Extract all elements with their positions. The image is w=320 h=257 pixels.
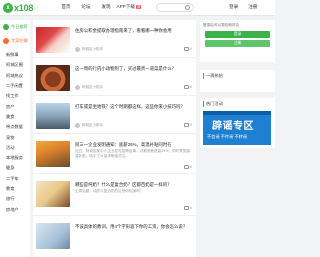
login-panel: 登录后可以发帖和评论 登录 注册	[200, 20, 275, 62]
login-button[interactable]: 登录	[205, 31, 270, 38]
nav-app-download[interactable]: APP下载新	[116, 4, 142, 10]
comment-count[interactable]: 0	[184, 165, 192, 169]
post-author[interactable]: 阿城区小助手	[82, 47, 103, 52]
nav-discover[interactable]: 发现	[96, 4, 116, 10]
nav-home[interactable]: 首页	[56, 4, 76, 10]
logo-badge: x	[3, 3, 13, 13]
sidebar-tab-label: 今日推荐	[11, 24, 28, 29]
post-thumbnail[interactable]	[36, 141, 70, 167]
sidebar-item[interactable]: 教育	[0, 184, 30, 194]
sidebar-item[interactable]: 房地产	[0, 204, 30, 214]
sidebar-list: 新鲜事 阿城区圈 阿城热议 二手闲置 找工作 房产 美食 带点数据 宠物 活动 …	[0, 50, 30, 215]
avatar	[75, 47, 80, 52]
sidebar-item[interactable]: 宠物	[0, 132, 30, 142]
login-link[interactable]: 登录	[229, 4, 238, 10]
comment-number: 0	[190, 123, 192, 127]
post-author[interactable]: 阿城区小助手	[82, 85, 103, 90]
post-title[interactable]: 这一周的行内小动物到了，买过最贵一道菜是什么？	[75, 66, 193, 72]
post-meta: 阿城区小助手	[75, 85, 103, 90]
hot-activity-panel: 热门活动 辟谣专区 不信谣 不传谣 不转谣	[200, 98, 275, 148]
sidebar-tab-chat[interactable]: 大家在聊	[0, 34, 30, 48]
right-sidebar: 登录后可以发帖和评论 登录 注册 一周热帖 热门活动 辟谣专区 不信谣 不传谣 …	[200, 20, 275, 148]
register-button[interactable]: 注册	[205, 40, 270, 47]
comment-count[interactable]: 0	[184, 123, 192, 127]
sidebar-item[interactable]: 带点数据	[0, 122, 30, 132]
new-badge: 新	[135, 5, 142, 9]
sidebar: 今日推荐 大家在聊 新鲜事 阿城区圈 阿城热议 二手闲置 找工作 房产 美食 带…	[0, 20, 30, 257]
sidebar-item[interactable]: 阿城热议	[0, 71, 30, 81]
post-meta: 阿城区小助手	[75, 123, 103, 128]
sidebar-item[interactable]: 找工作	[0, 91, 30, 101]
post-title[interactable]: 阿三一企业发明通知：底薪25%，高温补贴同时在	[75, 142, 193, 148]
sidebar-item[interactable]: 美食	[0, 112, 30, 122]
comment-icon	[184, 85, 190, 89]
sidebar-item[interactable]: 活动	[0, 143, 30, 153]
post-feed: 住房公积金提取办理指南来了，看看哪一种你会用 阿城区小助手 0 这一周的行内小动…	[33, 20, 196, 257]
list-item[interactable]: 哪些是纯奶？什么是复合奶？区都百奶是一样的？ 上周话题：纯奶与复合奶的区别你知道…	[33, 174, 196, 216]
post-thumbnail[interactable]	[36, 181, 70, 207]
post-thumbnail[interactable]	[36, 65, 70, 91]
list-item[interactable]: 这一周的行内小动物到了，买过最贵一道菜是什么？ 阿城区小助手 0	[33, 58, 196, 96]
sidebar-item[interactable]: 健身	[0, 163, 30, 173]
comment-number: 0	[190, 47, 192, 51]
banner-stripe	[203, 111, 271, 115]
sidebar-item[interactable]: 二手闲置	[0, 81, 30, 91]
post-thumbnail[interactable]	[36, 103, 70, 129]
sidebar-item[interactable]: 房产	[0, 101, 30, 111]
banner-subtitle: 不信谣 不传谣 不转谣	[207, 134, 248, 139]
sidebar-item[interactable]: 新鲜事	[0, 50, 30, 60]
sidebar-tab-today[interactable]: 今日推荐	[0, 20, 30, 34]
rumor-banner[interactable]: 辟谣专区 不信谣 不传谣 不转谣	[203, 111, 271, 145]
search-icon[interactable]	[185, 5, 190, 10]
sidebar-item[interactable]: 旅行	[0, 194, 30, 204]
post-title[interactable]: 哪些是纯奶？什么是复合奶？区都百奶是一样的？	[75, 182, 193, 188]
post-thumbnail[interactable]	[36, 223, 70, 249]
logo-text: x108	[14, 3, 34, 13]
nav-forum[interactable]: 论坛	[76, 4, 96, 10]
auth-links: 登录 注册	[229, 4, 257, 10]
hot-activity-title: 热门活动	[203, 101, 272, 107]
weekly-hot-title: 一周热帖	[203, 73, 272, 79]
comment-count[interactable]: 0	[184, 85, 192, 89]
post-title[interactable]: 打车或是坐地铁？这个时期都这样，这些你来小技巧吗？	[75, 104, 193, 110]
nav-app-label: APP下载	[116, 4, 135, 9]
search-input[interactable]	[156, 3, 194, 12]
login-tip: 登录后可以发帖和评论	[203, 23, 239, 27]
sidebar-item[interactable]: 阿城区圈	[0, 60, 30, 70]
weekly-hot-panel: 一周热帖	[200, 70, 275, 92]
list-item[interactable]: 打车或是坐地铁？这个时期都这样，这些你来小技巧吗？ 阿城区小助手 0	[33, 96, 196, 134]
comment-icon	[184, 165, 190, 169]
register-link[interactable]: 注册	[248, 4, 257, 10]
list-item[interactable]: 阿三一企业发明通知：底薪25%，高温补贴同时在 近日，阿城区某中小企业发布招聘启…	[33, 134, 196, 174]
recommend-icon	[3, 24, 9, 30]
comment-count[interactable]: 0	[184, 206, 192, 210]
avatar	[75, 85, 80, 90]
post-excerpt: 上周话题：纯奶与复合奶的区别你知道吗？	[75, 189, 144, 193]
post-title[interactable]: 住房公积金提取办理指南来了，看看哪一种你会用	[75, 28, 193, 34]
comment-icon	[184, 206, 190, 210]
comment-icon	[184, 47, 190, 51]
avatar	[75, 123, 80, 128]
sidebar-tab-label: 大家在聊	[11, 38, 28, 43]
list-item[interactable]: 不该具体的教训，用4个字形容下你的工资，你会怎么说？	[33, 216, 196, 257]
comment-number: 0	[190, 206, 192, 210]
post-thumbnail[interactable]	[36, 27, 70, 53]
post-author[interactable]: 阿城区小助手	[82, 123, 103, 128]
list-item[interactable]: 住房公积金提取办理指南来了，看看哪一种你会用 阿城区小助手 0	[33, 20, 196, 58]
comment-number: 0	[190, 165, 192, 169]
post-title[interactable]: 不该具体的教训，用4个字形容下你的工资，你会怎么说？	[75, 224, 193, 230]
banner-title: 辟谣专区	[212, 121, 254, 132]
sidebar-item[interactable]: 二手车	[0, 174, 30, 184]
comment-number: 0	[190, 85, 192, 89]
post-meta: 阿城区小助手	[75, 47, 103, 52]
chat-icon	[3, 38, 9, 44]
top-bar: x x108 首页 论坛 发现 APP下载新 登录 注册	[0, 0, 275, 16]
comment-count[interactable]: 0	[184, 47, 192, 51]
site-logo[interactable]: x x108	[3, 2, 41, 14]
post-excerpt: 近日，阿城区某中小企业发布招聘启事，月薪底薪提高25%，同时享受高温补贴，吸引了…	[75, 149, 191, 158]
comment-icon	[184, 123, 190, 127]
main-nav: 首页 论坛 发现 APP下载新	[56, 4, 142, 10]
sidebar-item[interactable]: 本地服务	[0, 153, 30, 163]
